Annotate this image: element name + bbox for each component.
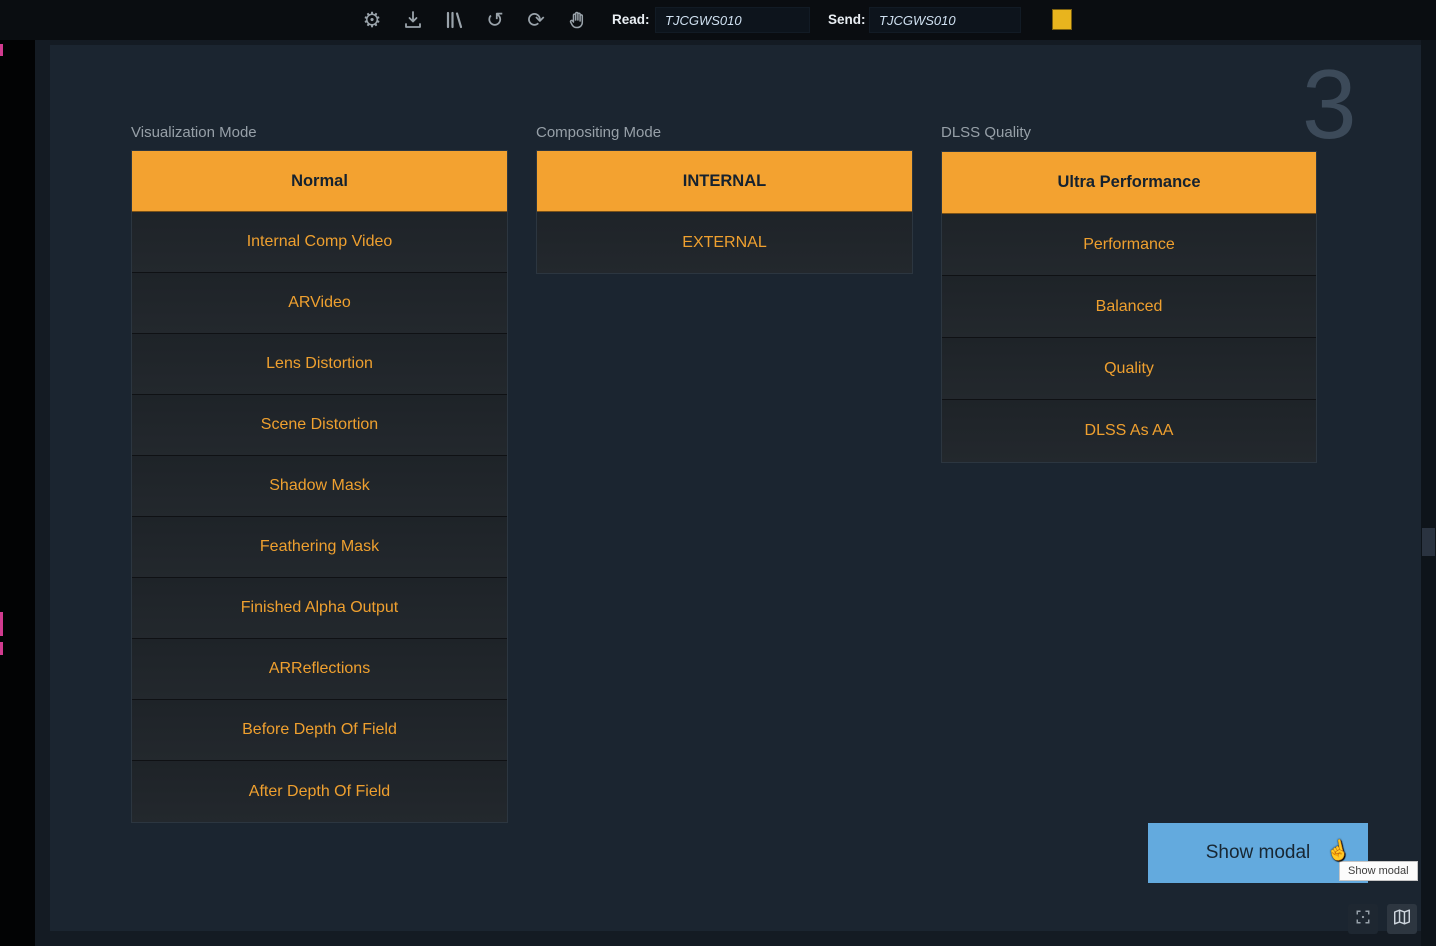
- option-before-depth-of-field[interactable]: Before Depth Of Field: [132, 700, 507, 761]
- option-lens-distortion[interactable]: Lens Distortion: [132, 334, 507, 395]
- page-number-watermark: 3: [1302, 48, 1357, 161]
- left-strip-artifact: [0, 612, 3, 636]
- right-edge-strip: [1421, 40, 1436, 946]
- library-icon[interactable]: [442, 8, 466, 32]
- option-performance[interactable]: Performance: [942, 214, 1316, 276]
- download-icon[interactable]: [401, 8, 425, 32]
- map-button[interactable]: [1387, 904, 1417, 934]
- left-strip-artifact: [0, 642, 3, 655]
- refresh-icon[interactable]: ⟳: [524, 8, 548, 32]
- option-normal[interactable]: Normal: [132, 151, 507, 212]
- mouse-cursor-pointer: ☝: [1324, 837, 1352, 865]
- option-external[interactable]: EXTERNAL: [537, 212, 912, 273]
- visualization-mode-group: Normal Internal Comp Video ARVideo Lens …: [131, 150, 508, 823]
- option-quality[interactable]: Quality: [942, 338, 1316, 400]
- gear-icon[interactable]: ⚙: [360, 8, 384, 32]
- option-ultra-performance[interactable]: Ultra Performance: [942, 152, 1316, 214]
- dlss-quality-group: Ultra Performance Performance Balanced Q…: [941, 151, 1317, 463]
- option-arreflections[interactable]: ARReflections: [132, 639, 507, 700]
- left-strip-artifact: [0, 44, 3, 56]
- status-indicator: [1052, 9, 1072, 30]
- read-label: Read:: [612, 0, 650, 40]
- option-dlss-as-aa[interactable]: DLSS As AA: [942, 400, 1316, 462]
- toolbar-icon-row: ⚙ ↺ ⟳: [360, 0, 589, 40]
- read-input[interactable]: [655, 7, 810, 33]
- pan-hand-icon[interactable]: [565, 8, 589, 32]
- option-balanced[interactable]: Balanced: [942, 276, 1316, 338]
- option-feathering-mask[interactable]: Feathering Mask: [132, 517, 507, 578]
- show-modal-tooltip: Show modal: [1339, 861, 1418, 881]
- fullscreen-button[interactable]: [1348, 904, 1378, 934]
- compositing-mode-label: Compositing Mode: [536, 124, 661, 141]
- visualization-mode-label: Visualization Mode: [131, 124, 257, 141]
- fullscreen-icon: [1354, 908, 1372, 931]
- option-finished-alpha-output[interactable]: Finished Alpha Output: [132, 578, 507, 639]
- dlss-quality-label: DLSS Quality: [941, 124, 1031, 141]
- compositing-mode-group: INTERNAL EXTERNAL: [536, 150, 913, 274]
- left-edge-strip: [0, 40, 35, 946]
- option-after-depth-of-field[interactable]: After Depth Of Field: [132, 761, 507, 822]
- scrollbar-thumb[interactable]: [1422, 528, 1435, 556]
- option-internal[interactable]: INTERNAL: [537, 151, 912, 212]
- option-scene-distortion[interactable]: Scene Distortion: [132, 395, 507, 456]
- history-icon[interactable]: ↺: [483, 8, 507, 32]
- send-label: Send:: [828, 0, 866, 40]
- map-icon: [1392, 907, 1412, 932]
- option-shadow-mask[interactable]: Shadow Mask: [132, 456, 507, 517]
- send-input[interactable]: [869, 7, 1021, 33]
- option-arvideo[interactable]: ARVideo: [132, 273, 507, 334]
- top-toolbar: ⚙ ↺ ⟳ Read: Send:: [0, 0, 1436, 40]
- option-internal-comp-video[interactable]: Internal Comp Video: [132, 212, 507, 273]
